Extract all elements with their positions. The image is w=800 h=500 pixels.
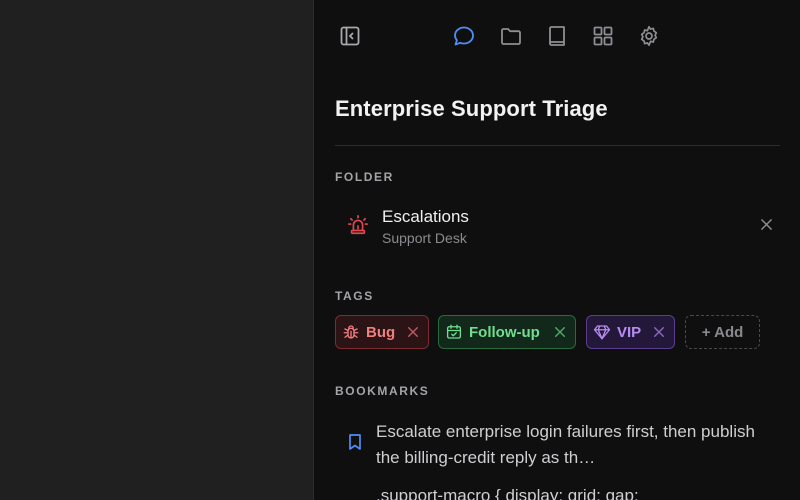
- bookmark-text: Escalate enterprise login failures first…: [376, 422, 755, 467]
- folder-subtitle: Support Desk: [382, 230, 467, 246]
- gear-icon[interactable]: [633, 20, 665, 52]
- left-pane: [0, 0, 313, 500]
- collapse-sidebar-icon[interactable]: [334, 20, 366, 52]
- remove-folder-button[interactable]: [756, 214, 776, 234]
- page-title: Enterprise Support Triage: [335, 96, 608, 121]
- gem-icon: [593, 323, 611, 341]
- folder-name: Escalations: [382, 207, 469, 226]
- tag-label: Bug: [366, 323, 396, 341]
- close-icon: [760, 218, 772, 230]
- bookmarks-section-label: BOOKMARKS: [335, 384, 430, 398]
- add-tag-button[interactable]: + Add: [685, 315, 760, 349]
- book-icon[interactable]: [541, 20, 573, 52]
- chat-bubble-icon[interactable]: [448, 20, 480, 52]
- tag-bug[interactable]: Bug: [335, 315, 429, 349]
- calendar-icon: [445, 323, 463, 341]
- tag-vip[interactable]: VIP: [586, 315, 675, 349]
- remove-tag-icon[interactable]: [652, 325, 666, 339]
- folder-section-label: FOLDER: [335, 170, 394, 184]
- remove-tag-icon[interactable]: [553, 325, 567, 339]
- tag-label: VIP: [617, 323, 642, 341]
- folder-icon[interactable]: [495, 20, 527, 52]
- tags-section-label: TAGS: [335, 289, 374, 303]
- details-panel: Enterprise Support Triage FOLDER Escalat…: [314, 0, 800, 500]
- bookmark-icon: [347, 433, 363, 451]
- panel-toolbar: [314, 20, 800, 52]
- code-preview: .support-macro { display: grid; gap:: [376, 486, 639, 500]
- siren-icon: [347, 214, 369, 236]
- tag-follow-up[interactable]: Follow-up: [438, 315, 576, 349]
- folder-row[interactable]: Escalations Support Desk: [335, 204, 780, 248]
- bug-icon: [342, 323, 360, 341]
- tag-label: Follow-up: [469, 323, 540, 341]
- remove-tag-icon[interactable]: [406, 325, 420, 339]
- title-divider: [335, 145, 780, 146]
- grid-icon[interactable]: [587, 20, 619, 52]
